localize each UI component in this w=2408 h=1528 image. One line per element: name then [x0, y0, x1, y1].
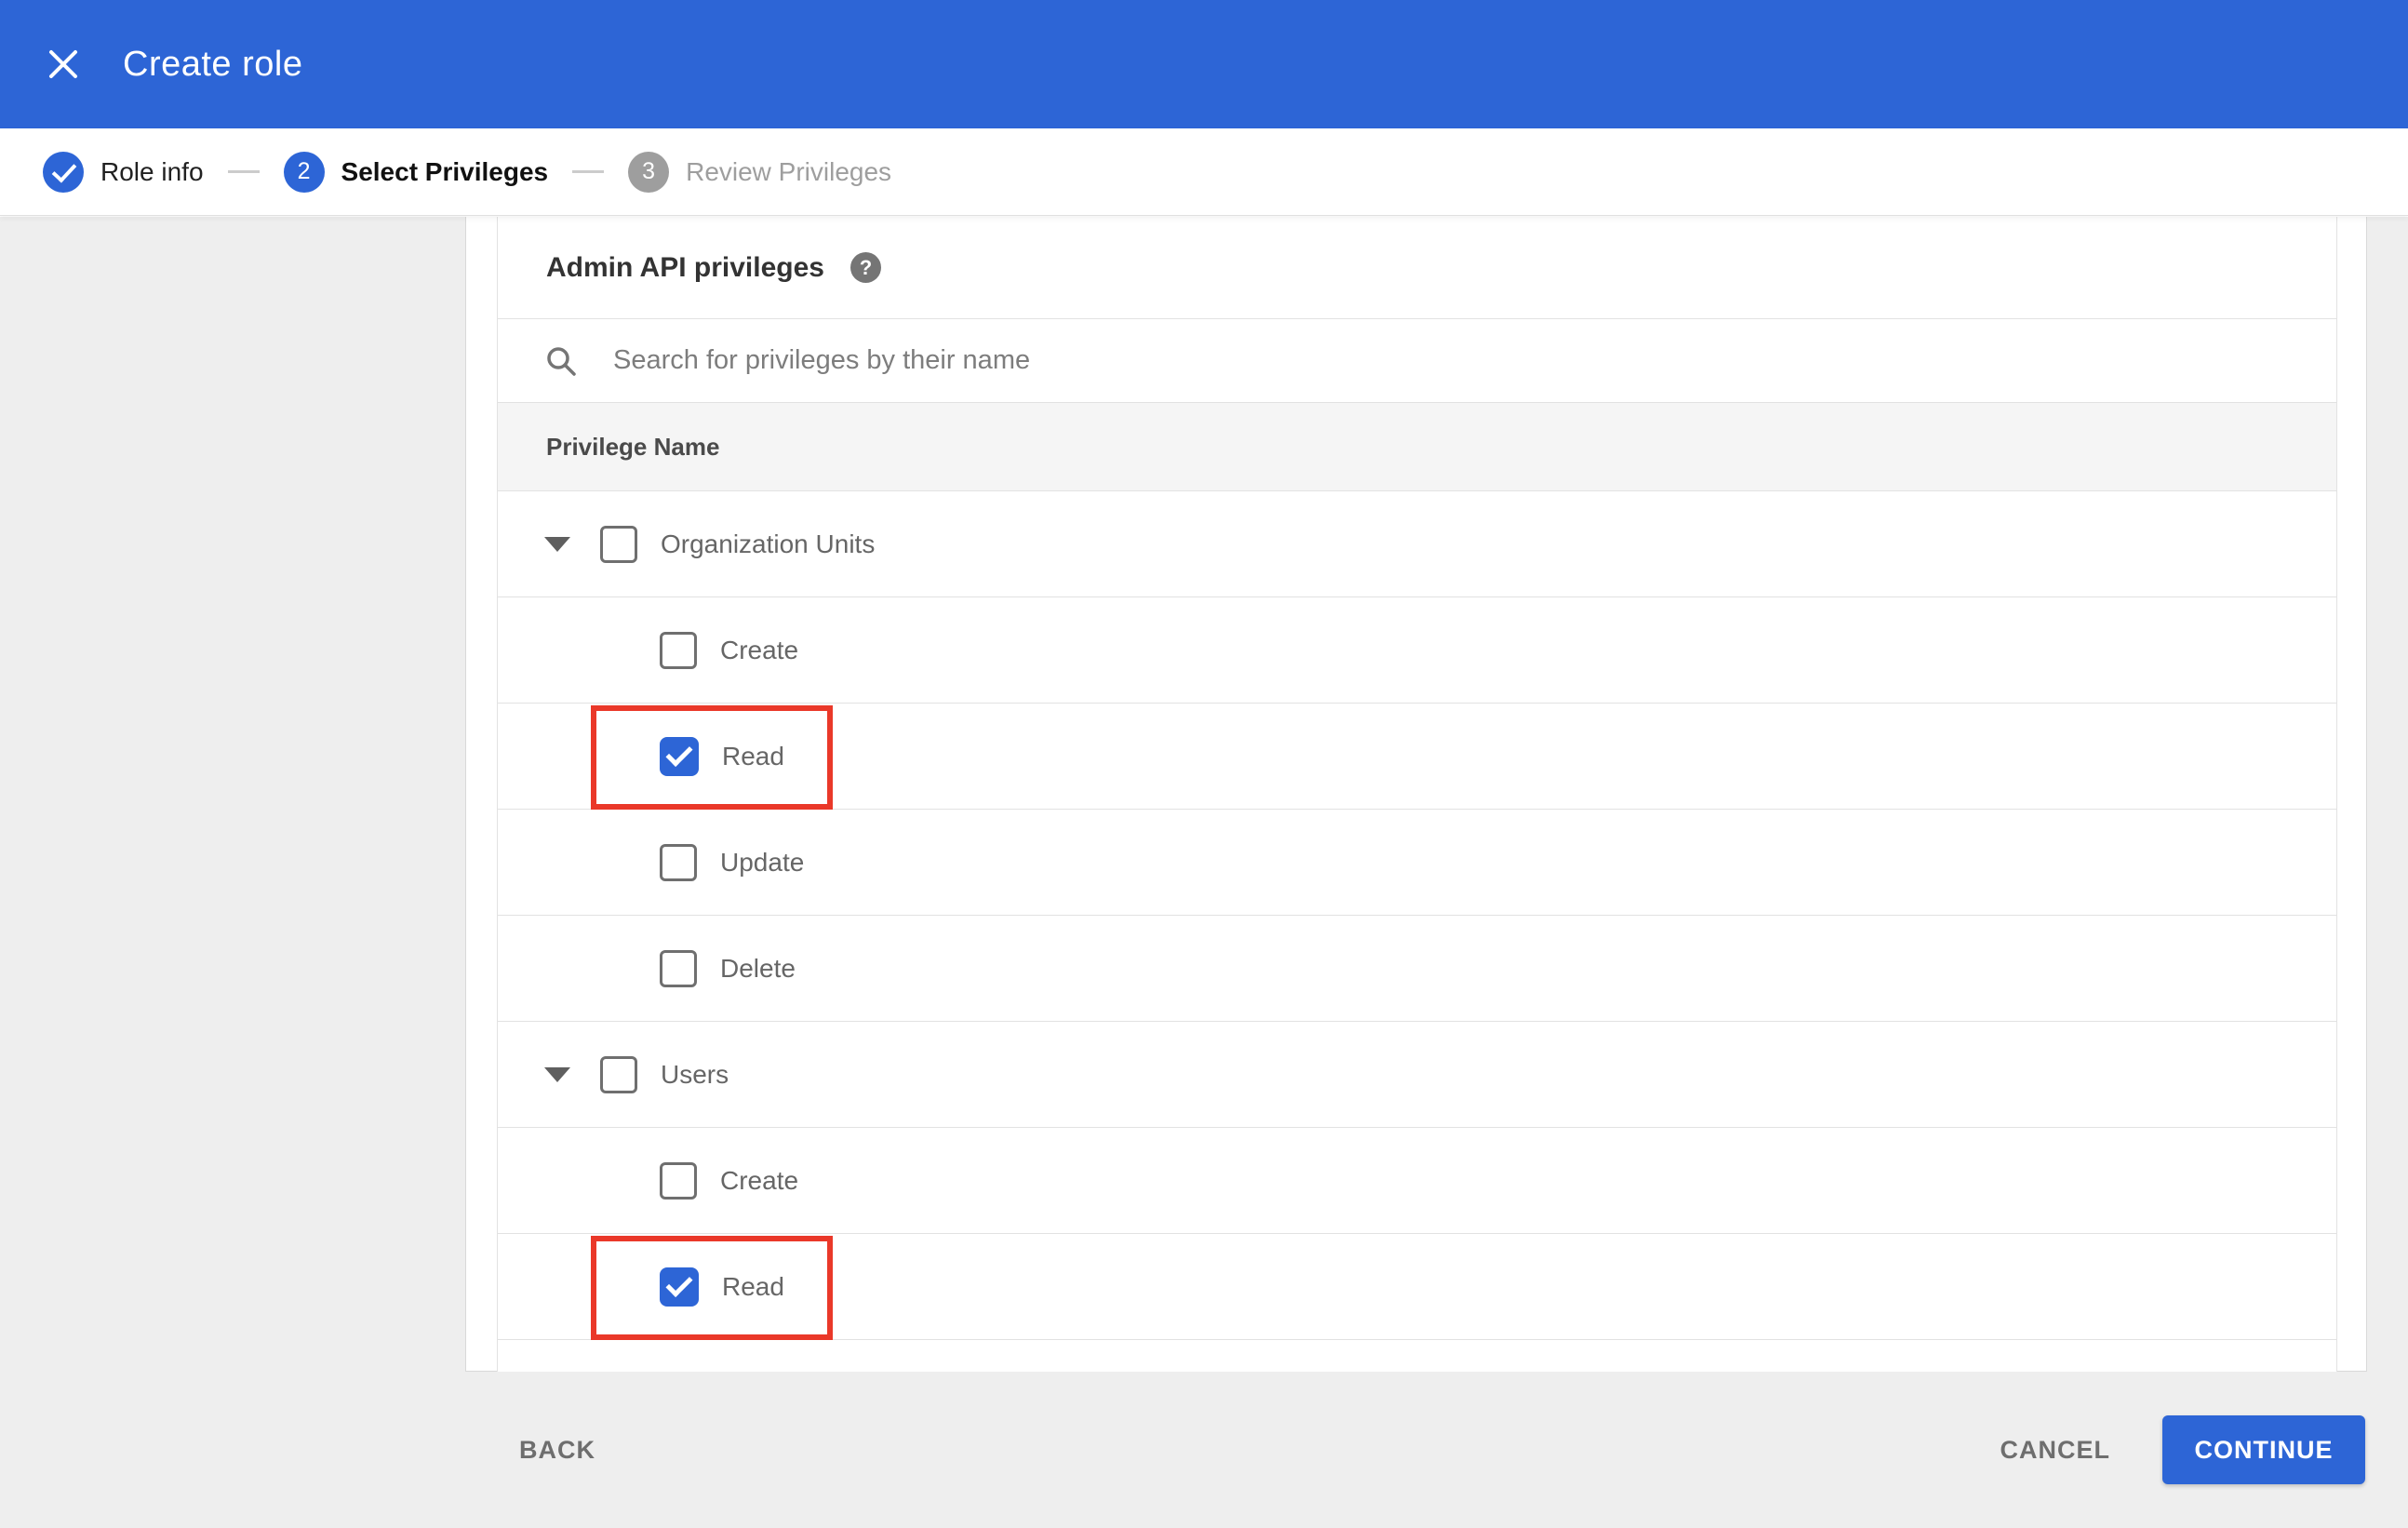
- table-header-row: Privilege Name: [498, 402, 2336, 491]
- back-button[interactable]: BACK: [519, 1436, 595, 1465]
- privilege-label: Read: [722, 1271, 784, 1301]
- table-row: Delete: [498, 916, 2336, 1022]
- step-label: Review Privileges: [686, 156, 892, 186]
- expand-caret-icon[interactable]: [544, 1066, 570, 1082]
- step-separator: [572, 170, 605, 173]
- help-icon[interactable]: ?: [849, 252, 881, 283]
- cancel-button[interactable]: CANCEL: [2000, 1436, 2111, 1465]
- search-input[interactable]: [613, 345, 1916, 376]
- step-complete-check-icon: [43, 151, 84, 193]
- privilege-checkbox[interactable]: [660, 736, 699, 776]
- table-row: Create: [498, 597, 2336, 704]
- table-row: Users: [498, 1022, 2336, 1128]
- step-select-privileges[interactable]: 2 Select Privileges: [283, 151, 549, 193]
- partial-row: [498, 1340, 2336, 1372]
- highlight-box: [591, 705, 833, 810]
- table-row: Organization Units: [498, 491, 2336, 597]
- close-button[interactable]: [41, 42, 86, 87]
- table-row: Create: [498, 1128, 2336, 1234]
- privilege-checkbox[interactable]: [660, 843, 697, 881]
- privilege-label: Create: [720, 635, 799, 664]
- privilege-checkbox[interactable]: [600, 525, 637, 563]
- step-label: Select Privileges: [341, 156, 549, 186]
- app-bar: Create role: [0, 0, 2408, 128]
- table-row: Read: [498, 704, 2336, 810]
- step-review-privileges[interactable]: 3 Review Privileges: [628, 151, 892, 193]
- privilege-label: Read: [722, 741, 784, 771]
- step-role-info[interactable]: Role info: [43, 151, 204, 193]
- privilege-label: Create: [720, 1165, 799, 1195]
- privileges-card: Admin API privileges ? Privilege Name Or…: [497, 217, 2337, 1372]
- step-number-badge: 2: [283, 151, 325, 193]
- close-icon: [49, 50, 77, 78]
- step-label: Role info: [100, 156, 204, 186]
- footer-actions: CANCEL CONTINUE: [2000, 1415, 2365, 1484]
- table-row: Read: [498, 1234, 2336, 1340]
- privilege-checkbox[interactable]: [660, 631, 697, 669]
- privilege-label: Update: [720, 847, 805, 877]
- privilege-label: Organization Units: [661, 529, 876, 558]
- dialog-title: Create role: [123, 44, 303, 84]
- stepper: Role info 2 Select Privileges 3 Review P…: [0, 128, 2408, 216]
- column-header-privilege-name: Privilege Name: [546, 432, 720, 461]
- privilege-rows: Organization Units Create Read Update Delete…: [498, 491, 2336, 1372]
- main-panel: Admin API privileges ? Privilege Name Or…: [465, 217, 2367, 1372]
- footer-bar: BACK CANCEL CONTINUE: [0, 1372, 2408, 1528]
- continue-button[interactable]: CONTINUE: [2162, 1415, 2365, 1484]
- privilege-checkbox[interactable]: [600, 1055, 637, 1093]
- expand-caret-icon[interactable]: [544, 536, 570, 552]
- privilege-label: Users: [661, 1059, 729, 1089]
- search-icon: [547, 346, 576, 376]
- step-number-badge: 3: [628, 151, 670, 193]
- privilege-checkbox[interactable]: [660, 1267, 699, 1307]
- table-row: Update: [498, 810, 2336, 916]
- highlight-box: [591, 1236, 833, 1340]
- privilege-checkbox[interactable]: [660, 1161, 697, 1200]
- search-bar: [498, 318, 2336, 402]
- section-heading-row: Admin API privileges ?: [498, 217, 2336, 318]
- privilege-label: Delete: [720, 953, 796, 983]
- step-separator: [227, 170, 260, 173]
- section-title: Admin API privileges: [546, 251, 824, 283]
- privilege-checkbox[interactable]: [660, 949, 697, 987]
